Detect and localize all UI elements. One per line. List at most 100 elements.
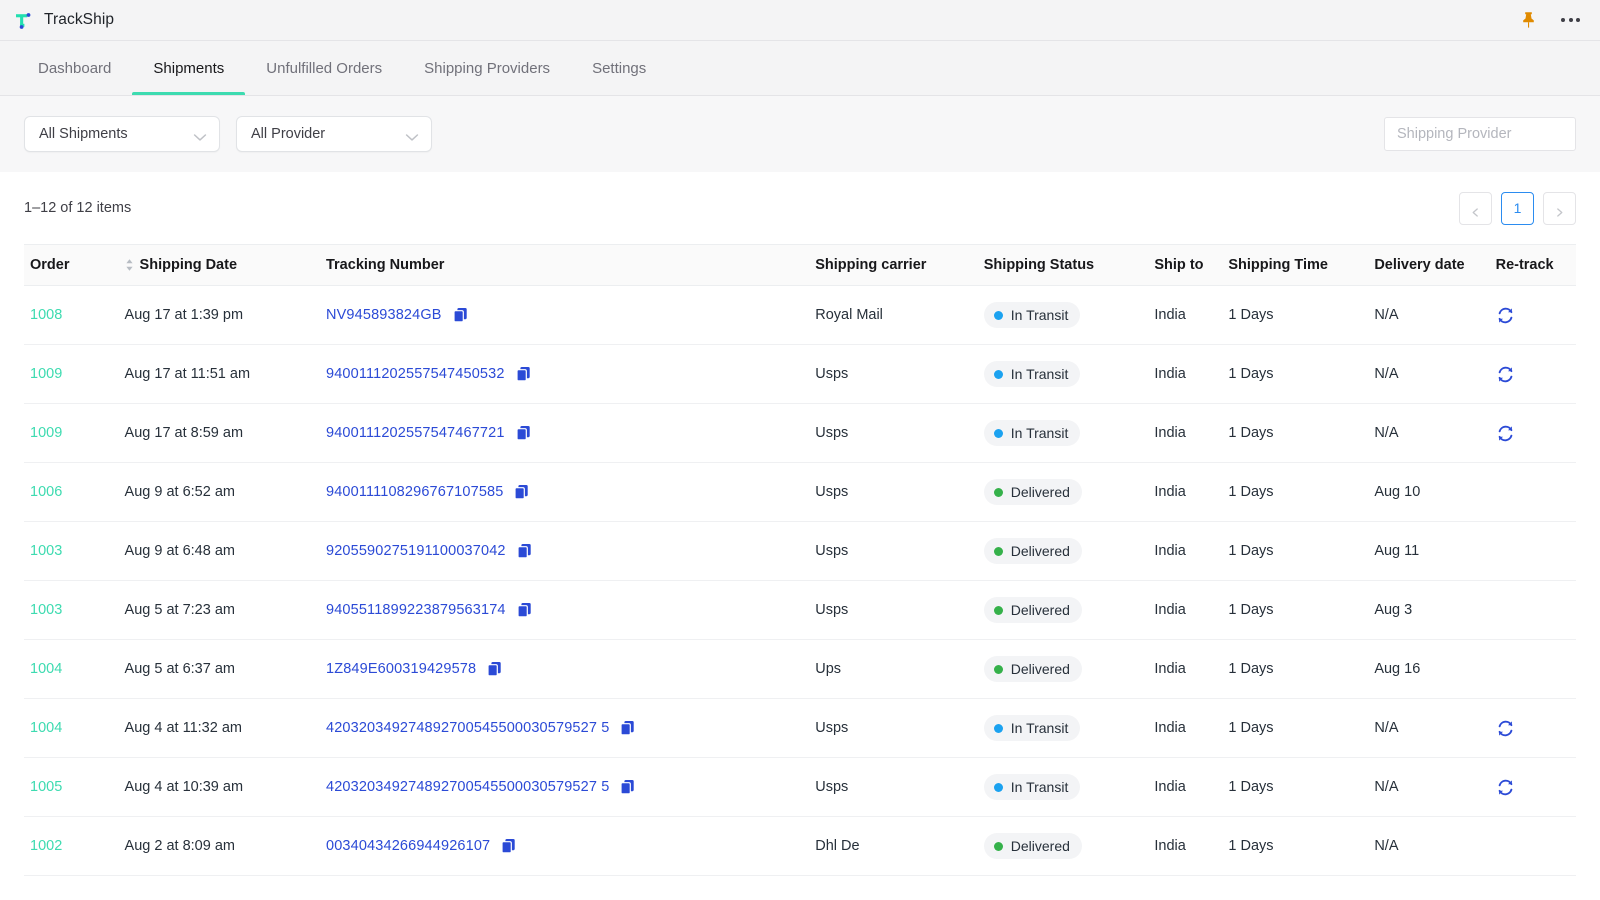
- column-header-tracking-number[interactable]: Tracking Number: [319, 244, 810, 286]
- delivery-date-value: Aug 11: [1374, 543, 1420, 559]
- tracking-number-link[interactable]: 9400111202557547467721: [326, 425, 505, 441]
- column-header-shipping-time[interactable]: Shipping Time: [1222, 244, 1369, 286]
- shipping-time-value: 1 Days: [1228, 366, 1274, 382]
- pagination-page-1[interactable]: 1: [1501, 191, 1534, 225]
- ship-to-value: India: [1154, 720, 1186, 736]
- column-header-ship-to[interactable]: Ship to: [1148, 244, 1223, 286]
- copy-icon[interactable]: [620, 720, 635, 736]
- kebab-menu-icon[interactable]: [1559, 14, 1582, 26]
- cell-shipping-carrier: Royal Mail: [809, 285, 978, 345]
- tracking-number-link[interactable]: 9400111202557547450532: [326, 366, 505, 382]
- order-link[interactable]: 1006: [30, 484, 62, 500]
- retrack-button[interactable]: [1496, 424, 1515, 443]
- shipping-date-value: Aug 4 at 11:32 am: [124, 720, 242, 736]
- shipments-filter-select[interactable]: All Shipments: [24, 116, 220, 152]
- cell-order: 1004: [24, 639, 119, 699]
- status-badge: In Transit: [983, 774, 1081, 800]
- cell-shipping-carrier: Usps: [809, 580, 978, 640]
- order-link[interactable]: 1004: [30, 720, 62, 736]
- cell-delivery-date: N/A: [1368, 698, 1490, 758]
- shipping-time-value: 1 Days: [1228, 484, 1274, 500]
- column-label: Shipping Time: [1228, 257, 1328, 273]
- copy-icon[interactable]: [517, 602, 532, 618]
- copy-icon[interactable]: [453, 307, 468, 323]
- column-header-re-track[interactable]: Re-track: [1489, 244, 1576, 286]
- cell-tracking-number: 9400111202557547450532: [319, 344, 810, 404]
- order-link[interactable]: 1005: [30, 779, 62, 795]
- order-link[interactable]: 1009: [30, 425, 62, 441]
- status-label: In Transit: [1010, 425, 1069, 441]
- retrack-button[interactable]: [1496, 365, 1515, 384]
- status-label: Delivered: [1010, 602, 1070, 618]
- chevron-down-icon: [405, 130, 419, 141]
- status-badge: In Transit: [983, 420, 1081, 446]
- pin-icon[interactable]: [1520, 11, 1537, 29]
- cell-ship-to: India: [1148, 285, 1223, 345]
- copy-icon[interactable]: [515, 425, 531, 441]
- chevron-left-icon: [1471, 204, 1480, 217]
- cell-shipping-time: 1 Days: [1222, 698, 1369, 758]
- tab-shipments[interactable]: Shipments: [132, 41, 246, 95]
- column-header-order[interactable]: Order: [24, 244, 119, 286]
- order-link[interactable]: 1004: [30, 661, 62, 677]
- delivery-date-value: Aug 10: [1374, 484, 1421, 500]
- cell-shipping-time: 1 Days: [1222, 344, 1369, 404]
- cell-shipping-status: In Transit: [977, 757, 1149, 817]
- column-header-shipping-status[interactable]: Shipping Status: [977, 244, 1149, 286]
- cell-delivery-date: Aug 16: [1368, 639, 1490, 699]
- tracking-number-link[interactable]: 9205590275191100037042: [326, 543, 506, 559]
- items-count: 1–12 of 12 items: [24, 200, 132, 216]
- shipping-provider-search-input[interactable]: [1384, 117, 1576, 151]
- tracking-number-link[interactable]: 420320349274892700545500030579527 5: [326, 720, 609, 736]
- copy-icon[interactable]: [487, 661, 502, 677]
- delivery-date-value: N/A: [1374, 838, 1399, 854]
- retrack-button[interactable]: [1496, 719, 1515, 738]
- tracking-number-link[interactable]: 00340434266944926107: [326, 838, 490, 854]
- copy-icon[interactable]: [515, 366, 531, 382]
- status-dot-icon: [993, 487, 1003, 497]
- cell-shipping-time: 1 Days: [1222, 816, 1369, 876]
- tracking-number-link[interactable]: 420320349274892700545500030579527 5: [326, 779, 609, 795]
- column-header-shipping-carrier[interactable]: Shipping carrier: [809, 244, 978, 286]
- status-badge: Delivered: [983, 833, 1082, 859]
- delivery-date-value: N/A: [1374, 425, 1399, 441]
- tab-settings[interactable]: Settings: [571, 41, 667, 95]
- cell-order: 1008: [24, 285, 119, 345]
- column-label: Tracking Number: [325, 257, 445, 273]
- column-header-shipping-date[interactable]: Shipping Date: [118, 244, 320, 286]
- cell-shipping-date: Aug 17 at 11:51 am: [118, 344, 320, 404]
- cell-ship-to: India: [1148, 403, 1223, 463]
- sort-arrows-icon[interactable]: [125, 258, 134, 272]
- shipping-time-value: 1 Days: [1228, 720, 1274, 736]
- brand-name: TrackShip: [44, 11, 115, 28]
- cell-shipping-date: Aug 5 at 6:37 am: [118, 639, 320, 699]
- copy-icon[interactable]: [517, 543, 532, 559]
- ship-to-value: India: [1154, 307, 1186, 323]
- cell-tracking-number: 9400111108296767107585: [319, 462, 810, 522]
- tracking-number-link[interactable]: 9400111108296767107585: [326, 484, 503, 500]
- tab-dashboard[interactable]: Dashboard: [24, 41, 132, 95]
- copy-icon[interactable]: [620, 779, 635, 795]
- tracking-number-link[interactable]: 9405511899223879563174: [326, 602, 506, 618]
- provider-filter-select[interactable]: All Provider: [236, 116, 432, 152]
- copy-icon[interactable]: [501, 838, 516, 854]
- cell-tracking-number: 00340434266944926107: [319, 816, 810, 876]
- tracking-number-link[interactable]: 1Z849E600319429578: [326, 661, 476, 677]
- pagination-prev-button[interactable]: [1459, 191, 1492, 225]
- order-link[interactable]: 1003: [30, 602, 62, 618]
- order-link[interactable]: 1008: [30, 307, 62, 323]
- pagination-next-button[interactable]: [1543, 191, 1576, 225]
- tab-shipping-providers[interactable]: Shipping Providers: [403, 41, 571, 95]
- status-label: In Transit: [1010, 366, 1069, 382]
- cell-re-track: [1489, 344, 1576, 404]
- order-link[interactable]: 1002: [30, 838, 62, 854]
- order-link[interactable]: 1003: [30, 543, 62, 559]
- retrack-button[interactable]: [1496, 778, 1515, 797]
- column-header-delivery-date[interactable]: Delivery date: [1368, 244, 1490, 286]
- order-link[interactable]: 1009: [30, 366, 62, 382]
- copy-icon[interactable]: [514, 484, 529, 500]
- retrack-button[interactable]: [1496, 306, 1515, 325]
- tab-unfulfilled-orders[interactable]: Unfulfilled Orders: [245, 41, 403, 95]
- delivery-date-value: Aug 3: [1374, 602, 1413, 618]
- tracking-number-link[interactable]: NV945893824GB: [326, 307, 442, 323]
